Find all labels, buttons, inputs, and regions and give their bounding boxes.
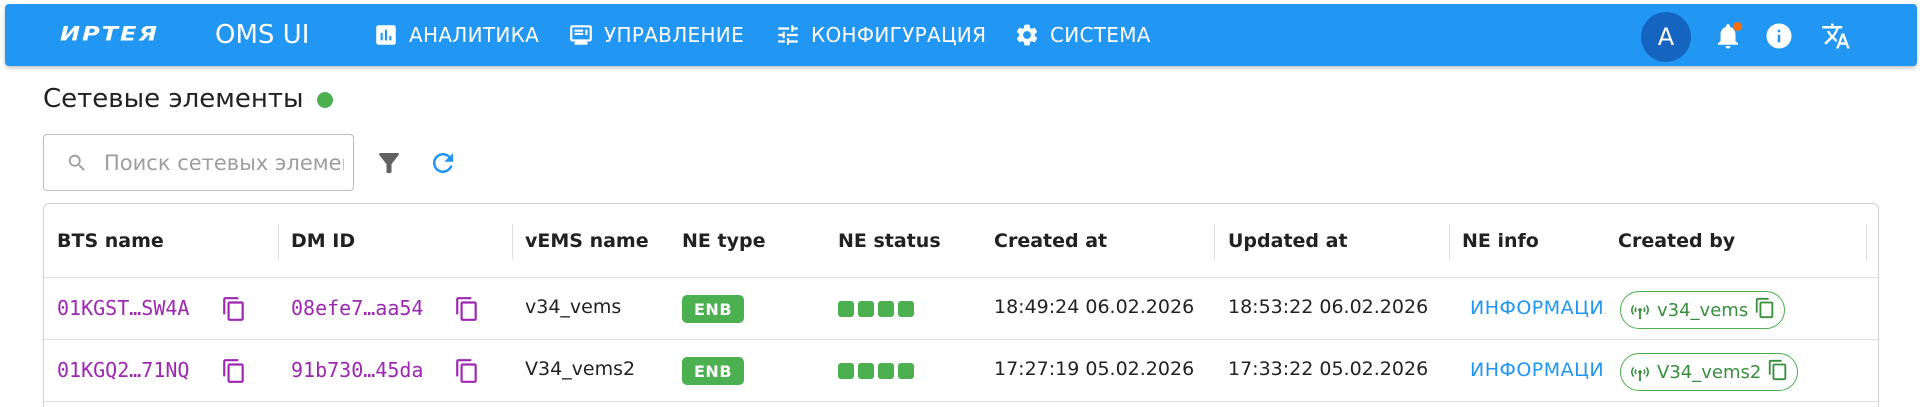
refresh-button[interactable] [428, 148, 458, 178]
dm-id-cell: 08efe7…aa54 [291, 296, 424, 320]
dm-id-cell: 91b730…45da [291, 358, 424, 382]
column-header-created-by[interactable]: Created by [1618, 230, 1735, 252]
language-button[interactable] [1821, 21, 1851, 51]
bts-name-cell: 01KGQ2…71NQ [57, 358, 190, 382]
created-at-cell: 18:49:24 06.02.2026 [994, 296, 1195, 318]
user-avatar[interactable]: A [1641, 12, 1691, 62]
updated-at-cell: 18:53:22 06.02.2026 [1228, 296, 1429, 318]
gear-icon [1016, 24, 1038, 46]
copy-icon[interactable] [1767, 359, 1789, 386]
antenna-icon [1631, 366, 1649, 382]
updated-at-cell: 17:33:22 05.02.2026 [1228, 358, 1429, 380]
tune-icon [778, 25, 798, 45]
column-header-ne-info[interactable]: NE info [1462, 230, 1539, 252]
translate-icon [1822, 23, 1850, 49]
bts-name-cell: 01KGST…SW4A [57, 296, 190, 320]
nav-management[interactable]: УПРАВЛЕНИЕ [568, 18, 744, 52]
created-by-label: V34_vems2 [1657, 361, 1762, 383]
network-elements-table: BTS name DM ID vEMS name NE type NE stat… [43, 203, 1879, 407]
ne-status-indicator [838, 363, 914, 379]
created-at-cell: 17:27:19 05.02.2026 [994, 358, 1195, 380]
nav-management-label: УПРАВЛЕНИЕ [604, 23, 745, 47]
ne-info-link[interactable]: ИНФОРМАЦИЯ [1470, 359, 1606, 381]
ne-info-link[interactable]: ИНФОРМАЦИЯ [1470, 297, 1606, 319]
column-divider[interactable] [1449, 224, 1450, 260]
vems-name-cell: v34_vems [525, 296, 622, 318]
chart-icon [376, 25, 396, 45]
table-row[interactable]: 01KGQ2…71NQ 91b730…45da V34_vems2 ENB 17… [44, 340, 1878, 402]
app-name: OMS UI [215, 20, 310, 50]
column-divider[interactable] [278, 224, 279, 260]
top-app-bar: ИРТЕЯ OMS UI АНАЛИТИКА УПРАВЛЕНИЕ КОНФИГ… [5, 4, 1917, 66]
filter-icon [379, 153, 399, 173]
column-header-ne-type[interactable]: NE type [682, 230, 765, 252]
copy-icon[interactable] [221, 358, 247, 384]
table-header: BTS name DM ID vEMS name NE type NE stat… [44, 204, 1878, 278]
nav-system-label: СИСТЕМА [1050, 23, 1151, 47]
column-header-updated-at[interactable]: Updated at [1228, 230, 1348, 252]
logo-text: ИРТЕЯ [60, 22, 159, 46]
info-button[interactable] [1764, 21, 1794, 51]
column-divider[interactable] [1866, 224, 1867, 260]
nav-system[interactable]: СИСТЕМА [1014, 18, 1151, 52]
nav-configuration-label: КОНФИГУРАЦИЯ [811, 23, 987, 47]
ne-type-chip: ENB [682, 295, 745, 323]
column-header-created-at[interactable]: Created at [994, 230, 1107, 252]
column-header-vems-name[interactable]: vEMS name [525, 230, 649, 252]
refresh-icon [433, 153, 453, 173]
notification-badge [1733, 22, 1742, 31]
company-logo[interactable]: ИРТЕЯ [60, 19, 159, 49]
copy-icon[interactable] [454, 296, 480, 322]
nav-analytics[interactable]: АНАЛИТИКА [373, 18, 539, 52]
ne-status-indicator [838, 301, 914, 317]
vems-name-cell: V34_vems2 [525, 358, 636, 380]
dashboard-icon [570, 25, 592, 45]
copy-icon[interactable] [454, 358, 480, 384]
column-header-ne-status[interactable]: NE status [838, 230, 941, 252]
filter-button[interactable] [374, 148, 404, 178]
search-icon [68, 154, 85, 171]
search-field[interactable] [43, 134, 354, 191]
created-by-label: v34_vems [1657, 299, 1749, 321]
notifications-button[interactable] [1713, 21, 1743, 51]
ne-type-chip: ENB [682, 357, 745, 385]
page-title: Сетевые элементы [43, 84, 304, 114]
copy-icon[interactable] [221, 296, 247, 322]
column-divider[interactable] [512, 224, 513, 260]
search-input[interactable] [104, 149, 344, 177]
table-row[interactable]: 01KGST…SW4A 08efe7…aa54 v34_vems ENB 18:… [44, 278, 1878, 340]
nav-configuration[interactable]: КОНФИГУРАЦИЯ [775, 18, 986, 52]
created-by-chip[interactable]: V34_vems2 [1620, 353, 1799, 391]
connection-status-dot [317, 92, 333, 108]
nav-analytics-label: АНАЛИТИКА [409, 23, 540, 47]
column-divider[interactable] [1214, 224, 1215, 260]
created-by-chip[interactable]: v34_vems [1620, 291, 1786, 329]
column-header-dm-id[interactable]: DM ID [291, 230, 355, 252]
antenna-icon [1631, 304, 1649, 320]
info-icon [1766, 23, 1792, 49]
copy-icon[interactable] [1754, 297, 1776, 324]
column-header-bts-name[interactable]: BTS name [57, 230, 164, 252]
